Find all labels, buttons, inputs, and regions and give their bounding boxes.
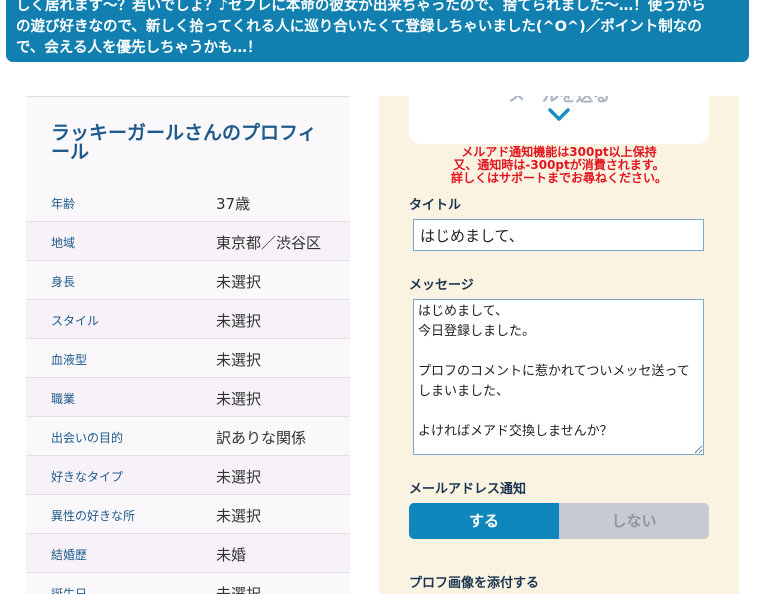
profile-row: 出会いの目的 訳ありな関係 bbox=[26, 417, 350, 456]
message-label: メッセージ bbox=[409, 278, 474, 293]
send-mail-button[interactable]: メールを送る bbox=[409, 96, 709, 144]
profile-row-value: 未選択 bbox=[216, 351, 262, 369]
profile-row-value: 未選択 bbox=[216, 390, 262, 408]
profile-row-key: 身長 bbox=[51, 275, 76, 289]
profile-row-key: 誕生日 bbox=[51, 587, 88, 594]
profile-row-value: 未婚 bbox=[216, 546, 247, 564]
profile-row-value: 未選択 bbox=[216, 507, 262, 525]
profile-row-value: 37歳 bbox=[216, 195, 251, 213]
profile-row: 職業 未選択 bbox=[26, 378, 350, 417]
profile-row-value: 東京都／渋谷区 bbox=[216, 234, 322, 252]
notify-on-button[interactable]: する bbox=[409, 503, 559, 539]
profile-row: 異性の好きな所 未選択 bbox=[26, 495, 350, 534]
profile-row: 好きなタイプ 未選択 bbox=[26, 456, 350, 495]
profile-row-value: 未選択 bbox=[216, 312, 262, 330]
intro-line-2: の遊び好きなので、新しく拾ってくれる人に巡り合いたくて登録しちゃいました(^O^… bbox=[16, 19, 702, 35]
message-textarea[interactable]: はじめまして、 今日登録しました。 プロフのコメントに惹かれてついメッセ送って … bbox=[413, 299, 704, 455]
notify-off-button[interactable]: しない bbox=[559, 503, 709, 539]
intro-line-1: しく居れます〜？若いでしょ？♪セフレに本命の彼女が出来ちゃったので、捨てられまし… bbox=[16, 0, 706, 14]
profile-row-key: 好きなタイプ bbox=[51, 470, 124, 484]
chevron-down-icon bbox=[548, 108, 570, 121]
profile-row: 血液型 未選択 bbox=[26, 339, 350, 378]
send-mail-label: メールを送る bbox=[508, 96, 610, 106]
profile-row-key: 職業 bbox=[51, 392, 76, 406]
title-input[interactable] bbox=[413, 219, 704, 251]
mail-form: メールを送る メルアド通知機能は300pt以上保持 又、通知時は-300ptが消… bbox=[379, 96, 739, 594]
profile-row: 地域 東京都／渋谷区 bbox=[26, 222, 350, 261]
profile-row-key: スタイル bbox=[51, 314, 100, 328]
intro-banner: しく居れます〜？若いでしょ？♪セフレに本命の彼女が出来ちゃったので、捨てられまし… bbox=[6, 0, 749, 62]
intro-line-3: で、会える人を優先しちゃうかも…！ bbox=[16, 40, 262, 56]
profile-row-value: 未選択 bbox=[216, 585, 262, 594]
attach-image-label: プロフ画像を添付する bbox=[409, 576, 540, 591]
profile-row-key: 年齢 bbox=[51, 197, 76, 211]
profile-row: 誕生日 未選択 bbox=[26, 573, 350, 594]
profile-table: 年齢 37歳 地域 東京都／渋谷区 身長 未選択 スタイル 未選択 血液型 未選択 職業 未選択 出会い… bbox=[26, 183, 350, 594]
profile-heading: ラッキーガールさんのプロフィール bbox=[51, 122, 317, 163]
profile-row-value: 訳ありな関係 bbox=[216, 429, 307, 447]
notice-line-3: 詳しくはサポートまでお尋ねください。 bbox=[450, 171, 667, 185]
profile-row-key: 血液型 bbox=[51, 353, 88, 367]
profile-panel: ラッキーガールさんのプロフィール 年齢 37歳 地域 東京都／渋谷区 身長 未選択 スタイル… bbox=[26, 96, 350, 594]
profile-row: 年齢 37歳 bbox=[26, 183, 350, 222]
profile-row: 身長 未選択 bbox=[26, 261, 350, 300]
profile-row: 結婚歴 未婚 bbox=[26, 534, 350, 573]
title-label: タイトル bbox=[409, 198, 462, 213]
profile-row-key: 地域 bbox=[51, 236, 76, 250]
points-notice: メルアド通知機能は300pt以上保持 又、通知時は-300ptが消費されます。 … bbox=[379, 146, 739, 185]
profile-row: スタイル 未選択 bbox=[26, 300, 350, 339]
profile-row-value: 未選択 bbox=[216, 468, 262, 486]
profile-row-key: 異性の好きな所 bbox=[51, 509, 136, 523]
profile-row-key: 結婚歴 bbox=[51, 548, 88, 562]
profile-row-value: 未選択 bbox=[216, 273, 262, 291]
mail-notify-label: メールアドレス通知 bbox=[409, 482, 527, 497]
mail-notify-toggle: する しない bbox=[409, 503, 709, 539]
profile-row-key: 出会いの目的 bbox=[51, 431, 124, 445]
